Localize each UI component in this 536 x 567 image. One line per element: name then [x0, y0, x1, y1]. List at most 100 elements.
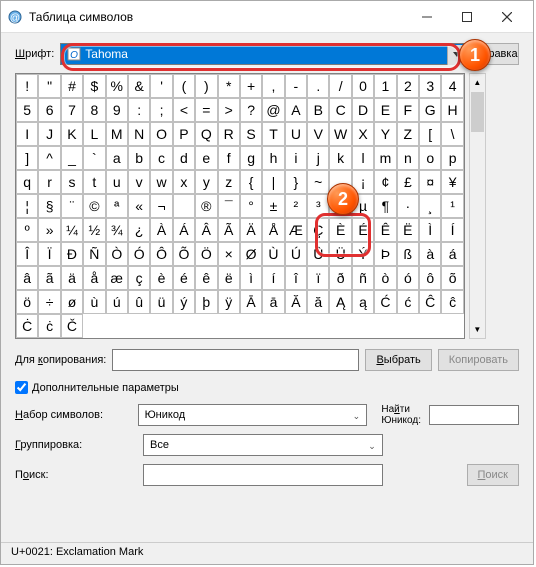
char-cell[interactable]: Û	[307, 242, 329, 266]
char-cell[interactable]: ×	[218, 242, 240, 266]
char-cell[interactable]: 1	[374, 74, 396, 98]
char-cell[interactable]: .	[307, 74, 329, 98]
char-cell[interactable]: ,	[262, 74, 284, 98]
char-cell[interactable]: ¿	[128, 218, 150, 242]
char-cell[interactable]: Ă	[285, 290, 307, 314]
char-cell[interactable]: à	[419, 242, 441, 266]
char-cell[interactable]: ¤	[419, 170, 441, 194]
char-cell[interactable]: Ć	[374, 290, 396, 314]
char-cell[interactable]: &	[128, 74, 150, 98]
char-cell[interactable]: 0	[352, 74, 374, 98]
char-cell[interactable]: d	[173, 146, 195, 170]
char-cell[interactable]: ~	[307, 170, 329, 194]
char-cell[interactable]: Ù	[262, 242, 284, 266]
char-cell[interactable]: @	[262, 98, 284, 122]
char-cell[interactable]: ^	[38, 146, 60, 170]
char-cell[interactable]: Ó	[128, 242, 150, 266]
char-cell[interactable]: (	[173, 74, 195, 98]
char-cell[interactable]: w	[150, 170, 172, 194]
char-cell[interactable]: Q	[195, 122, 217, 146]
char-cell[interactable]: ¥	[441, 170, 463, 194]
search-button[interactable]: Поиск	[467, 464, 519, 486]
char-cell[interactable]: Ü	[329, 242, 351, 266]
grid-scrollbar[interactable]: ▲ ▼	[469, 73, 486, 339]
char-cell[interactable]: i	[285, 146, 307, 170]
char-cell[interactable]: À	[150, 218, 172, 242]
char-cell[interactable]: 8	[83, 98, 105, 122]
char-cell[interactable]: ā	[262, 290, 284, 314]
char-cell[interactable]: h	[262, 146, 284, 170]
char-cell[interactable]: U	[285, 122, 307, 146]
char-cell[interactable]: 2	[397, 74, 419, 98]
char-cell[interactable]: <	[173, 98, 195, 122]
char-cell[interactable]: '	[150, 74, 172, 98]
char-cell[interactable]: ¦	[16, 194, 38, 218]
char-cell[interactable]: ­	[173, 194, 195, 218]
char-cell[interactable]: ¸	[419, 194, 441, 218]
char-cell[interactable]: ú	[106, 290, 128, 314]
char-cell[interactable]: >	[218, 98, 240, 122]
char-cell[interactable]: Ë	[397, 218, 419, 242]
char-cell[interactable]: û	[128, 290, 150, 314]
char-cell[interactable]: S	[240, 122, 262, 146]
char-cell[interactable]: 3	[419, 74, 441, 98]
char-cell[interactable]: ò	[374, 266, 396, 290]
char-cell[interactable]: {	[240, 170, 262, 194]
scroll-thumb[interactable]	[471, 92, 484, 132]
char-cell[interactable]: k	[329, 146, 351, 170]
char-cell[interactable]: /	[329, 74, 351, 98]
char-cell[interactable]: ;	[150, 98, 172, 122]
char-cell[interactable]: ĉ	[441, 290, 463, 314]
char-cell[interactable]: Ý	[352, 242, 374, 266]
char-cell[interactable]: E	[374, 98, 396, 122]
char-cell[interactable]: ë	[218, 266, 240, 290]
char-cell[interactable]: Ñ	[83, 242, 105, 266]
char-cell[interactable]: ®	[195, 194, 217, 218]
char-cell[interactable]: ï	[307, 266, 329, 290]
char-cell[interactable]: K	[61, 122, 83, 146]
char-cell[interactable]: ß	[397, 242, 419, 266]
char-cell[interactable]: 7	[61, 98, 83, 122]
char-cell[interactable]: ä	[61, 266, 83, 290]
char-cell[interactable]: l	[352, 146, 374, 170]
char-cell[interactable]: ¯	[218, 194, 240, 218]
char-cell[interactable]: Y	[374, 122, 396, 146]
char-cell[interactable]: Æ	[285, 218, 307, 242]
char-cell[interactable]: `	[83, 146, 105, 170]
char-cell[interactable]: )	[195, 74, 217, 98]
char-cell[interactable]: n	[397, 146, 419, 170]
char-cell[interactable]: G	[419, 98, 441, 122]
char-cell[interactable]: ć	[397, 290, 419, 314]
scroll-up-button[interactable]: ▲	[470, 74, 485, 91]
char-cell[interactable]: I	[16, 122, 38, 146]
char-cell[interactable]: e	[195, 146, 217, 170]
char-cell[interactable]: Ä	[240, 218, 262, 242]
char-cell[interactable]: Ê	[374, 218, 396, 242]
char-cell[interactable]: «	[128, 194, 150, 218]
char-cell[interactable]: R	[218, 122, 240, 146]
char-cell[interactable]: è	[150, 266, 172, 290]
close-button[interactable]	[487, 3, 527, 31]
char-cell[interactable]: u	[106, 170, 128, 194]
char-cell[interactable]: N	[128, 122, 150, 146]
char-cell[interactable]: ù	[83, 290, 105, 314]
char-cell[interactable]: ]	[16, 146, 38, 170]
char-cell[interactable]: ą	[352, 290, 374, 314]
group-select[interactable]: Все ⌄	[143, 434, 383, 456]
char-cell[interactable]: f	[218, 146, 240, 170]
char-cell[interactable]: §	[38, 194, 60, 218]
char-cell[interactable]: o	[419, 146, 441, 170]
char-cell[interactable]: %	[106, 74, 128, 98]
char-cell[interactable]: ý	[173, 290, 195, 314]
char-cell[interactable]: A	[285, 98, 307, 122]
char-cell[interactable]: ç	[128, 266, 150, 290]
char-cell[interactable]: ô	[419, 266, 441, 290]
search-input[interactable]	[143, 464, 383, 486]
char-cell[interactable]: ¼	[61, 218, 83, 242]
char-cell[interactable]: 5	[16, 98, 38, 122]
char-cell[interactable]: m	[374, 146, 396, 170]
char-cell[interactable]: »	[38, 218, 60, 242]
char-cell[interactable]: ¹	[441, 194, 463, 218]
char-cell[interactable]: ÷	[38, 290, 60, 314]
advanced-checkbox[interactable]	[15, 381, 28, 394]
